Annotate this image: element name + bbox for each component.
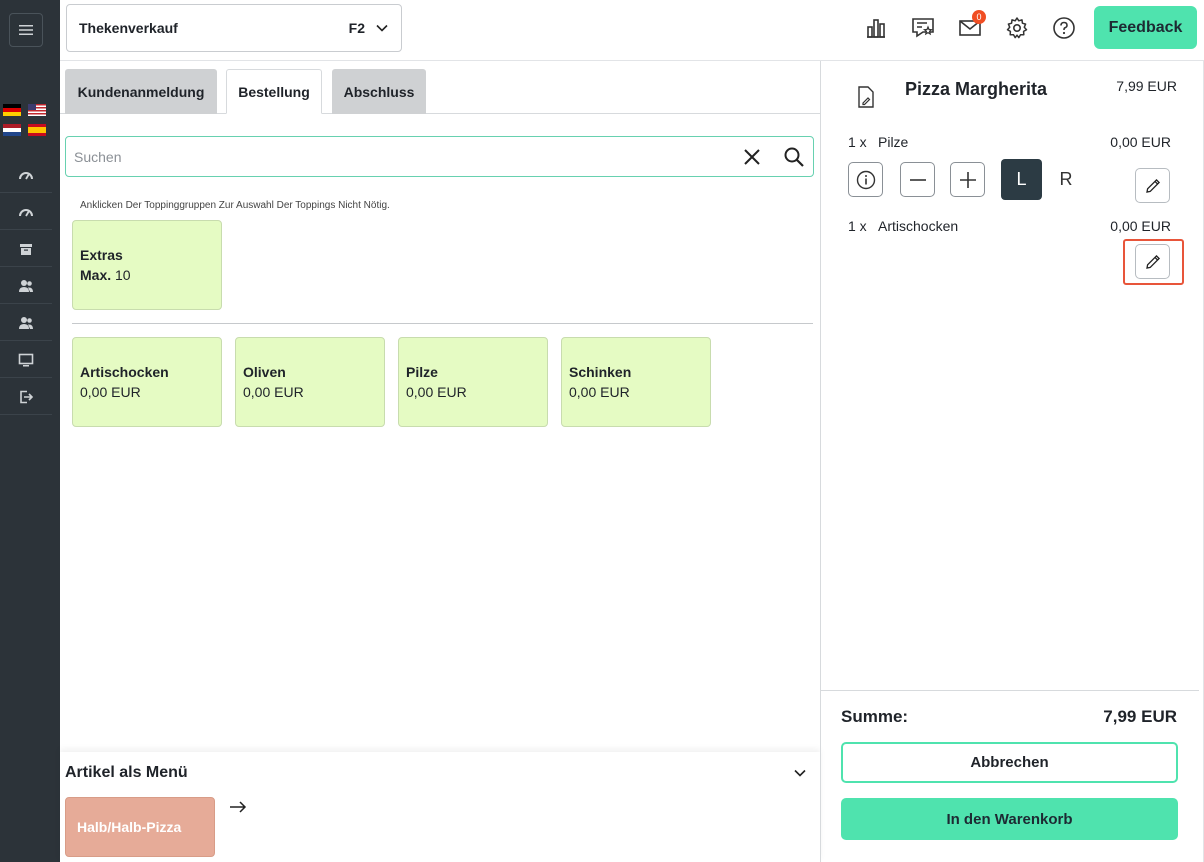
logout-icon [20, 390, 34, 403]
messages-button[interactable]: 0 [956, 10, 986, 42]
topping-price: 0,00 EUR [569, 384, 630, 400]
statistics-button[interactable] [862, 14, 890, 42]
topping-name: Pilze [406, 364, 438, 380]
store-shortcut: F2 [348, 20, 365, 36]
topping-name: Schinken [569, 364, 632, 380]
topping-group-card[interactable]: Extras Max. 10 [72, 220, 222, 310]
flag-german-icon[interactable] [3, 104, 21, 116]
chevron-down-icon [376, 24, 388, 32]
cancel-button[interactable]: Abbrechen [841, 742, 1178, 783]
store-name: Thekenverkauf [79, 20, 178, 36]
group-max-label: Max. [80, 267, 112, 283]
sidebar-archive-item[interactable] [0, 231, 52, 267]
search-icon[interactable] [783, 146, 805, 168]
add-to-cart-button[interactable]: In den Warenkorb [841, 798, 1178, 840]
help-button[interactable] [1050, 14, 1078, 42]
group-max: Max. 10 [80, 265, 214, 285]
cart-panel: Pizza Margherita 7,99 EUR 1 x Pilze 0,00 … [820, 61, 1204, 862]
hamburger-menu-button[interactable] [9, 13, 43, 47]
topping-name: Artischocken [80, 364, 169, 380]
archive-box-icon [20, 243, 32, 255]
search-input[interactable] [74, 148, 723, 165]
product-name: Pizza Margherita [905, 79, 1048, 99]
line-qty: 1 x [848, 218, 867, 234]
mail-count-badge: 0 [972, 10, 986, 24]
menu-articles-section: Artikel als Menü Halb/Halb-Pizza [60, 752, 820, 862]
line-name: Artischocken [878, 218, 959, 234]
settings-button[interactable] [1003, 14, 1031, 42]
topping-price: 0,00 EUR [406, 384, 467, 400]
topping-card-oliven[interactable]: Oliven 0,00 EUR [235, 337, 385, 427]
search-box [65, 136, 814, 177]
sidebar-staff-item[interactable] [0, 305, 52, 341]
bar-chart-icon [867, 19, 885, 38]
hamburger-icon [19, 25, 33, 35]
line-price: 0,00 EUR [1110, 134, 1171, 150]
speedometer-icon [19, 208, 33, 216]
topping-price: 0,00 EUR [80, 384, 141, 400]
flag-us-icon[interactable] [28, 104, 46, 116]
minus-icon [909, 178, 926, 181]
flag-dutch-icon[interactable] [3, 124, 21, 136]
sidebar-customers-item[interactable] [0, 268, 52, 304]
line-price: 0,00 EUR [1110, 218, 1171, 234]
cart-line-item: 1 x Artischocken [848, 218, 958, 234]
info-icon [856, 170, 875, 189]
menu-section-title: Artikel als Menü [65, 764, 188, 781]
sidebar-logout-item[interactable] [0, 379, 52, 415]
chevron-down-icon[interactable] [793, 766, 807, 780]
message-star-icon [912, 18, 934, 38]
side-right-button[interactable]: R [1051, 159, 1081, 200]
pencil-icon [1145, 254, 1160, 269]
reviews-button[interactable] [909, 14, 937, 42]
line-name: Pilze [878, 134, 909, 150]
help-circle-icon [1053, 17, 1075, 39]
side-left-button[interactable]: L [1001, 159, 1042, 200]
edit-pilze-button[interactable] [1135, 168, 1170, 203]
cart-line-item: 1 x Pilze [848, 134, 908, 150]
topping-card-artischocken[interactable]: Artischocken 0,00 EUR [72, 337, 222, 427]
increase-button[interactable] [950, 162, 985, 197]
topping-card-pilze[interactable]: Pilze 0,00 EUR [398, 337, 548, 427]
group-title: Extras [80, 247, 123, 263]
edit-artischocken-button[interactable] [1135, 244, 1170, 279]
arrow-right-icon[interactable] [228, 799, 248, 815]
tab-kundenanmeldung[interactable]: Kundenanmeldung [65, 69, 217, 114]
topping-hint: Anklicken Der Toppinggruppen Zur Auswahl… [80, 200, 390, 211]
clear-icon[interactable] [741, 146, 763, 168]
tab-abschluss[interactable]: Abschluss [332, 69, 426, 114]
document-edit-icon [858, 86, 874, 108]
sum-value: 7,99 EUR [1103, 707, 1177, 726]
users-icon [19, 316, 33, 329]
info-button[interactable] [848, 162, 883, 197]
sum-label: Summe: [841, 707, 909, 726]
flag-spanish-icon[interactable] [28, 124, 46, 136]
pencil-icon [1145, 178, 1160, 193]
product-price: 7,99 EUR [1116, 78, 1177, 94]
plus-icon [959, 171, 976, 188]
gear-icon [1006, 17, 1028, 39]
store-select[interactable]: Thekenverkauf F2 [66, 4, 402, 52]
group-max-value: 10 [115, 267, 131, 283]
topping-card-schinken[interactable]: Schinken 0,00 EUR [561, 337, 711, 427]
decrease-button[interactable] [900, 162, 935, 197]
sum-divider [821, 690, 1199, 691]
speedometer-icon [19, 171, 33, 179]
sidebar-statistics-item[interactable] [0, 194, 52, 230]
sidebar-dashboard-item[interactable] [0, 157, 52, 193]
topping-price: 0,00 EUR [243, 384, 304, 400]
monitor-icon [18, 353, 34, 366]
feedback-button[interactable]: Feedback [1094, 6, 1197, 49]
halb-halb-pizza-button[interactable]: Halb/Halb-Pizza [65, 797, 215, 857]
sidebar-display-item[interactable] [0, 342, 52, 378]
tab-bestellung[interactable]: Bestellung [226, 69, 322, 114]
users-icon [19, 279, 33, 292]
topping-name: Oliven [243, 364, 286, 380]
line-qty: 1 x [848, 134, 867, 150]
section-divider [72, 323, 813, 324]
sidebar [0, 0, 60, 862]
